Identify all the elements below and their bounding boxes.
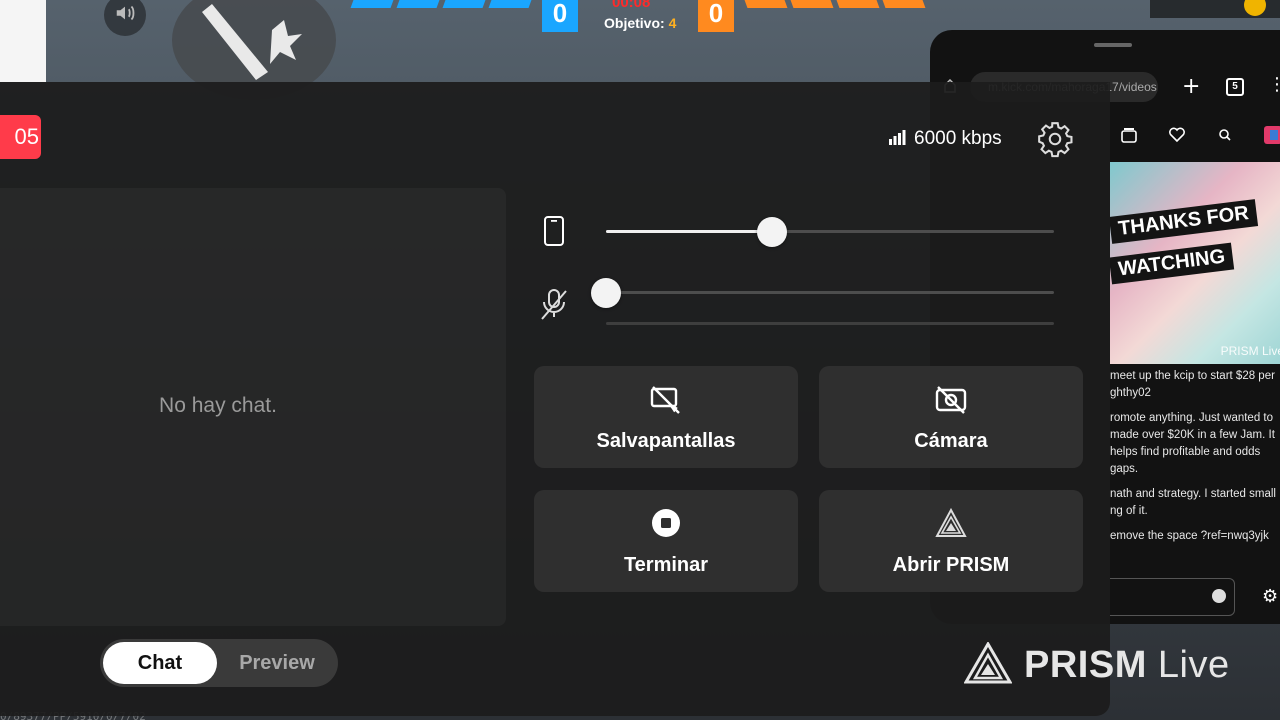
slider-track[interactable]	[606, 217, 1054, 247]
brand-name-bold: PRISM	[1024, 643, 1147, 686]
prism-logo-icon	[935, 507, 967, 540]
view-toggle: Chat Preview	[100, 639, 338, 687]
blue-progress-seg	[442, 0, 486, 8]
orange-progress-seg	[836, 0, 880, 8]
video-thumbnail[interactable]: THANKS FOR WATCHING PRISM Live	[1110, 162, 1280, 364]
objective-value: 4	[668, 15, 677, 31]
bitrate-indicator: 6000 kbps	[888, 126, 1002, 152]
new-tab-icon[interactable]: +	[1182, 72, 1200, 102]
tab-preview[interactable]: Preview	[222, 642, 332, 684]
mic-level-meter	[606, 322, 1054, 325]
orange-team-score: 0	[698, 0, 734, 32]
site-nav	[1120, 126, 1280, 144]
camera-button[interactable]: Cámara	[819, 366, 1083, 468]
menu-kebab-icon[interactable]: ⋮	[1268, 74, 1280, 95]
chat-settings-icon[interactable]: ⚙	[1262, 586, 1278, 607]
speaker-icon	[114, 2, 136, 28]
mic-muted-icon	[536, 284, 572, 324]
drag-handle[interactable]	[1094, 43, 1132, 47]
chat-message: nath and strategy. I started small ng of…	[1110, 488, 1276, 517]
screensaver-label: Salvapantallas	[596, 430, 736, 452]
tab-chat[interactable]: Chat	[103, 642, 217, 684]
signal-icon	[888, 129, 906, 149]
gear-icon	[1036, 122, 1074, 162]
open-prism-button[interactable]: Abrir PRISM	[819, 490, 1083, 592]
settings-button[interactable]	[1036, 120, 1074, 158]
open-prism-label: Abrir PRISM	[892, 554, 1010, 576]
library-icon[interactable]	[1120, 126, 1138, 144]
end-stream-button[interactable]: Terminar	[534, 490, 798, 592]
brand-name-regular: Live	[1146, 643, 1230, 686]
slider-track[interactable]	[591, 278, 1054, 308]
stop-icon	[651, 508, 681, 540]
video-caption-line2: WATCHING	[1110, 242, 1235, 285]
chat-message: meet up the kcip to start $28 per ghthy0…	[1110, 370, 1275, 399]
game-sound-button[interactable]	[104, 0, 146, 36]
web-chat-messages: meet up the kcip to start $28 per ghthy0…	[1110, 368, 1280, 553]
slider-knob[interactable]	[591, 278, 621, 308]
emoji-icon[interactable]	[1212, 589, 1226, 603]
prism-live-logo: PRISM Live	[963, 641, 1230, 688]
objective: Objetivo: 4	[604, 15, 676, 31]
camera-label: Cámara	[914, 430, 988, 452]
phone-icon	[536, 211, 572, 251]
objective-label: Objetivo:	[604, 15, 665, 31]
screensaver-button[interactable]: Salvapantallas	[534, 366, 798, 468]
scoreboard: 0 00:08 Objetivo: 4 0	[346, 0, 932, 32]
chat-message: emove the space ?ref=nwq3yjk	[1110, 530, 1269, 542]
coin-icon	[1244, 0, 1266, 16]
slider-knob[interactable]	[756, 217, 787, 247]
orange-progress-seg	[790, 0, 834, 8]
left-white-strip	[0, 0, 46, 82]
avatar[interactable]	[1264, 126, 1280, 144]
brand-name: PRISM Live	[1024, 644, 1230, 687]
currency-badge	[1150, 0, 1280, 18]
tab-count-button[interactable]: 5	[1226, 78, 1244, 96]
web-chat-input[interactable]	[1110, 578, 1235, 616]
chat-empty-message: No hay chat.	[159, 394, 277, 417]
screensaver-off-icon	[649, 384, 683, 416]
blue-team-score: 0	[542, 0, 578, 32]
end-stream-label: Terminar	[623, 554, 709, 576]
orange-progress-seg	[882, 0, 926, 8]
video-watermark: PRISM Live	[1220, 344, 1280, 358]
blue-progress-seg	[350, 0, 394, 8]
camera-off-icon	[934, 384, 968, 416]
video-caption-line1: THANKS FOR	[1110, 199, 1259, 244]
chat-message: romote anything. Just wanted to made ove…	[1110, 412, 1275, 475]
slider-fill	[606, 230, 772, 233]
blue-progress-seg	[396, 0, 440, 8]
search-icon[interactable]	[1216, 126, 1234, 144]
blue-progress-seg	[488, 0, 532, 8]
heart-icon[interactable]	[1168, 126, 1186, 144]
bitrate-label: 6000 kbps	[914, 128, 1002, 149]
chat-panel: No hay chat.	[0, 188, 506, 626]
prism-logo-icon	[963, 641, 1013, 688]
match-timer: 00:08	[612, 0, 651, 11]
orange-progress-seg	[744, 0, 788, 8]
live-timer-badge: 05	[0, 115, 41, 159]
